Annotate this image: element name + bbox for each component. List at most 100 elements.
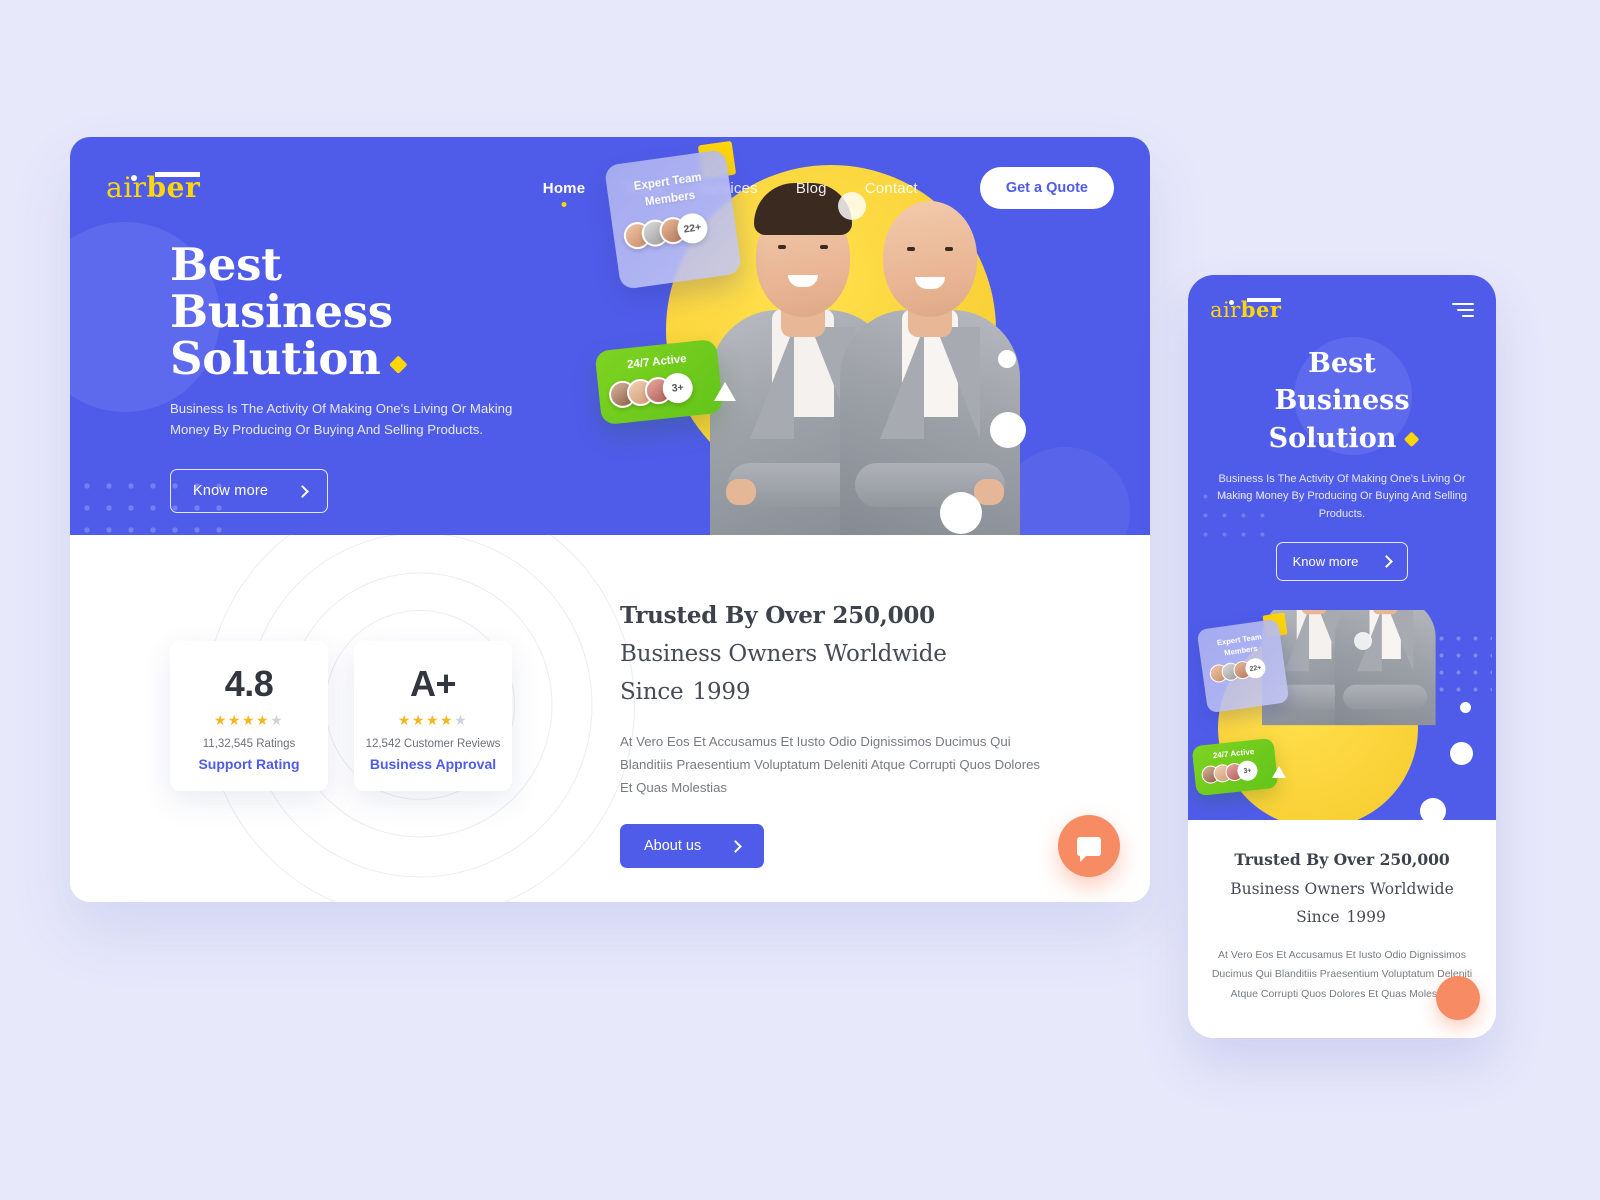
hero-title-line2: Business xyxy=(170,284,393,338)
active-247-card[interactable]: 24/7 Active 3+ xyxy=(594,338,724,426)
white-circle-4 xyxy=(940,492,982,534)
trusted-line-2: Business Owners Worldwide xyxy=(620,640,947,667)
mobile-expert-team-card[interactable]: Expert Team Members 22+ xyxy=(1196,618,1290,714)
desktop-mockup: airber Home Team Services Blog Contact G… xyxy=(70,137,1150,902)
mobile-know-more-button[interactable]: Know more xyxy=(1275,541,1409,581)
woman-eye-right xyxy=(945,247,953,251)
chat-bubble-icon xyxy=(1077,836,1101,862)
person-woman xyxy=(1334,610,1436,726)
mobile-hero-section: airber Best Business Solution Business I… xyxy=(1188,275,1496,820)
stat-value: A+ xyxy=(409,663,457,704)
mobile-active-avatars: 3+ xyxy=(1194,758,1278,786)
expert-team-card[interactable]: Expert Team Members 22+ xyxy=(603,149,743,290)
mobile-hero-artwork: Expert Team Members 22+ 24/7 Active 3+ xyxy=(1188,610,1496,820)
mobile-trusted-heading: Trusted By Over 250,000 Business Owners … xyxy=(1208,846,1476,932)
white-triangle-icon xyxy=(714,382,736,401)
hero-subtitle: Business Is The Activity Of Making One's… xyxy=(170,401,513,437)
trusted-paragraph: At Vero Eos Et Accusamus Et Iusto Odio D… xyxy=(620,733,1041,795)
mobile-logo-airber[interactable]: airber xyxy=(1210,298,1282,322)
mobile-white-circle-4 xyxy=(1420,798,1446,820)
stat-card-support-rating[interactable]: 4.8 ★★★★★ 11,32,545 Ratings Support Rati… xyxy=(170,641,328,791)
trusted-line-3-prefix: Since xyxy=(620,678,691,705)
chat-fab-button[interactable] xyxy=(1058,815,1120,877)
stat-link[interactable]: Business Approval xyxy=(354,756,512,772)
nav-item-blog[interactable]: Blog xyxy=(796,180,827,197)
mobile-active-247-card[interactable]: 24/7 Active 3+ xyxy=(1191,737,1279,797)
woman-lapel-right xyxy=(936,327,980,439)
mobile-know-more-label: Know more xyxy=(1292,553,1359,569)
trusted-year-highlight: 1999 xyxy=(690,674,774,712)
star-rating-icon: ★★★★★ xyxy=(354,712,512,729)
mobile-title-line1: Best xyxy=(1308,348,1376,379)
page-canvas: airber Home Team Services Blog Contact G… xyxy=(0,0,1600,1200)
diamond-icon xyxy=(388,355,408,374)
chevron-right-icon xyxy=(1380,554,1394,568)
woman-head xyxy=(883,201,977,317)
logo-bar xyxy=(1247,298,1282,302)
trusted-section: 4.8 ★★★★★ 11,32,545 Ratings Support Rati… xyxy=(70,535,1150,902)
active-247-card-title: 24/7 Active xyxy=(626,353,688,372)
mobile-white-circle-2 xyxy=(1460,702,1471,713)
logo-dot xyxy=(1229,300,1234,305)
man-lapel-left xyxy=(1284,610,1310,672)
trusted-heading: Trusted By Over 250,000 Business Owners … xyxy=(620,597,1040,712)
stat-card-business-approval[interactable]: A+ ★★★★★ 12,542 Customer Reviews Busines… xyxy=(354,641,512,791)
person-woman xyxy=(840,191,1020,535)
mobile-chat-fab-button[interactable] xyxy=(1436,976,1480,1020)
man-smile xyxy=(787,275,818,287)
logo-text-air: air xyxy=(106,171,147,204)
logo-airber[interactable]: airber xyxy=(106,171,201,204)
man-eye-right xyxy=(819,245,828,249)
hero-title: Best Business Solution xyxy=(170,241,520,385)
mobile-logo-text-air: air xyxy=(1210,298,1241,322)
woman-folded-arms xyxy=(1343,684,1428,710)
trusted-line-1: Trusted By Over 250,000 xyxy=(620,602,935,629)
woman-eye-left xyxy=(907,247,915,251)
mobile-title-line2: Business xyxy=(1274,385,1410,417)
hero-section: airber Home Team Services Blog Contact G… xyxy=(70,137,1150,535)
mobile-white-circle-1 xyxy=(1354,632,1372,650)
logo-bar xyxy=(155,172,201,177)
mobile-trusted-section: Trusted By Over 250,000 Business Owners … xyxy=(1188,820,1496,1038)
mobile-title-line3: Solution xyxy=(1268,422,1397,454)
mobile-mockup: airber Best Business Solution Business I… xyxy=(1188,275,1496,1038)
about-us-label: About us xyxy=(644,838,702,855)
hamburger-menu-icon[interactable] xyxy=(1452,299,1474,321)
mobile-header: airber xyxy=(1188,275,1496,321)
stars-full: ★★★★ xyxy=(397,712,455,728)
stat-value: 4.8 xyxy=(224,663,274,704)
about-us-button[interactable]: About us xyxy=(620,824,765,869)
mobile-white-circle-3 xyxy=(1450,742,1473,765)
mobile-trusted-line-3-prefix: Since xyxy=(1296,908,1345,927)
woman-lapel-right xyxy=(1388,610,1414,672)
stat-cards: 4.8 ★★★★★ 11,32,545 Ratings Support Rati… xyxy=(170,641,512,791)
get-a-quote-button[interactable]: Get a Quote xyxy=(979,167,1114,209)
hero-copy: Best Business Solution Business Is The A… xyxy=(70,209,520,514)
chat-bubble-icon xyxy=(1450,991,1467,1005)
burger-line-2 xyxy=(1457,309,1474,311)
know-more-label: Know more xyxy=(193,483,269,500)
mobile-white-triangle-icon xyxy=(1272,766,1286,778)
know-more-button[interactable]: Know more xyxy=(170,469,329,514)
man-lapel-left xyxy=(750,327,794,439)
burger-line-1 xyxy=(1452,303,1474,305)
mobile-trusted-year-highlight: 1999 xyxy=(1344,903,1403,932)
hero-title-line3: Solution xyxy=(170,331,381,385)
woman-smile xyxy=(915,277,945,289)
woman-lapel-left xyxy=(880,327,924,439)
chevron-right-icon xyxy=(296,484,310,498)
trusted-copy: Trusted By Over 250,000 Business Owners … xyxy=(620,597,1041,869)
logo-dot xyxy=(131,175,137,181)
nav-item-home[interactable]: Home xyxy=(543,180,585,197)
stars-half: ★ xyxy=(270,712,285,728)
mobile-hero-copy: Best Business Solution Business Is The A… xyxy=(1188,321,1496,581)
man-hand xyxy=(726,479,756,505)
stat-subtitle: 12,542 Customer Reviews xyxy=(365,738,501,750)
stars-full: ★★★★ xyxy=(213,712,271,728)
stat-link[interactable]: Support Rating xyxy=(170,756,328,772)
man-neck xyxy=(1301,610,1327,615)
mobile-hero-title: Best Business Solution xyxy=(1208,345,1476,457)
nav-item-contact[interactable]: Contact xyxy=(865,180,918,197)
active-247-avatars: 3+ xyxy=(598,369,722,412)
star-rating-icon: ★★★★★ xyxy=(170,712,328,729)
